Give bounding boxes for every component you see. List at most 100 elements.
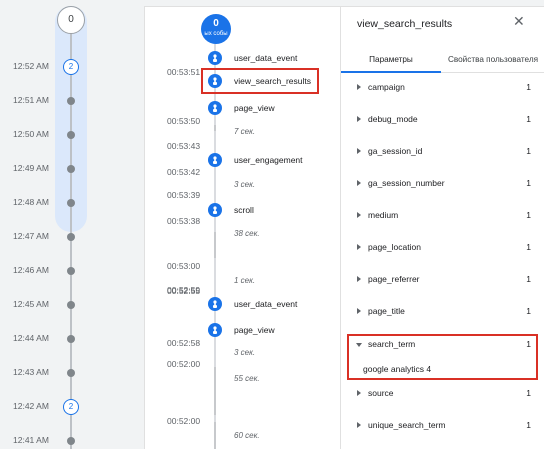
event-touch-icon xyxy=(208,203,222,217)
stream-top-count[interactable]: 0 ых собы xyxy=(201,14,231,44)
minute-dot xyxy=(67,267,75,275)
minute-time: 12:51 AM xyxy=(13,95,49,105)
minute-time: 12:43 AM xyxy=(13,367,49,377)
time-stamp: 00:52:00 xyxy=(167,359,201,369)
event-touch-icon xyxy=(208,153,222,167)
minute-time: 12:46 AM xyxy=(13,265,49,275)
minute-row[interactable]: 12:47 AM xyxy=(0,229,140,245)
details-tabs: Параметры Свойства пользователя xyxy=(341,47,544,73)
minute-event-count[interactable]: 2 xyxy=(63,59,79,75)
minute-row[interactable]: 12:46 AM xyxy=(0,263,140,279)
event-name: user_data_event xyxy=(234,53,298,63)
minute-row[interactable]: 12:49 AM xyxy=(0,161,140,177)
param-row[interactable]: source 1 xyxy=(341,387,544,403)
event-touch-icon xyxy=(208,323,222,337)
time-gap: 55 сек. xyxy=(234,374,260,383)
event-time: 00:52:58 xyxy=(167,338,201,348)
chevron-right-icon xyxy=(357,180,361,186)
minute-dot xyxy=(67,437,75,445)
tab-user-properties[interactable]: Свойства пользователя xyxy=(441,47,544,73)
param-name: ga_session_number xyxy=(368,178,445,188)
event-touch-icon xyxy=(208,101,222,115)
minute-dot xyxy=(67,131,75,139)
minute-dot xyxy=(67,369,75,377)
minute-row[interactable]: 12:42 AM 2 xyxy=(0,399,140,415)
minute-row[interactable]: 12:50 AM xyxy=(0,127,140,143)
event-time: 00:53:50 xyxy=(167,116,201,126)
top-count-badge[interactable]: 0 xyxy=(57,6,85,34)
event-time: 00:53:38 xyxy=(167,216,201,226)
minute-row[interactable]: 12:52 AM 2 xyxy=(0,59,140,75)
minute-row[interactable]: 12:45 AM xyxy=(0,297,140,313)
stream-top-count-label: ых собы xyxy=(204,31,228,37)
time-stamp: 00:53:43 xyxy=(167,141,201,151)
minute-dot xyxy=(67,165,75,173)
minute-event-count[interactable]: 2 xyxy=(63,399,79,415)
minute-dot xyxy=(67,233,75,241)
param-count: 1 xyxy=(526,178,531,188)
param-count: 1 xyxy=(526,82,531,92)
minute-dot xyxy=(67,97,75,105)
param-count: 1 xyxy=(526,114,531,124)
expanded-param-highlight xyxy=(347,334,538,380)
param-name: ga_session_id xyxy=(368,146,423,156)
param-name: page_title xyxy=(368,306,405,316)
param-row[interactable]: page_referrer 1 xyxy=(341,273,544,289)
minute-row[interactable]: 12:44 AM xyxy=(0,331,140,347)
minute-time: 12:48 AM xyxy=(13,197,49,207)
chevron-right-icon xyxy=(357,244,361,250)
minute-timeline: 0 12:52 AM 2 12:51 AM 12:50 AM 12:49 AM … xyxy=(0,0,140,449)
param-row[interactable]: page_title 1 xyxy=(341,305,544,321)
minute-time: 12:52 AM xyxy=(13,61,49,71)
param-count: 1 xyxy=(526,210,531,220)
minute-time: 12:50 AM xyxy=(13,129,49,139)
minute-row[interactable]: 12:51 AM xyxy=(0,93,140,109)
chevron-right-icon xyxy=(357,276,361,282)
time-stamp: 00:53:39 xyxy=(167,190,201,200)
param-name: page_referrer xyxy=(368,274,420,284)
param-name: campaign xyxy=(368,82,405,92)
param-row[interactable]: unique_search_term 1 xyxy=(341,419,544,435)
event-stream-panel: 0 ых собы user_data_event 00:53:51 view_… xyxy=(144,6,340,449)
param-row[interactable]: page_location 1 xyxy=(341,241,544,257)
chevron-right-icon xyxy=(357,116,361,122)
param-row[interactable]: medium 1 xyxy=(341,209,544,225)
param-count: 1 xyxy=(526,274,531,284)
stream-top-count-value: 0 xyxy=(213,18,219,29)
minute-time: 12:41 AM xyxy=(13,435,49,445)
gap-tick xyxy=(214,232,216,258)
event-details-panel: view_search_results ✕ Параметры Свойства… xyxy=(340,6,544,449)
event-time: 00:53:42 xyxy=(167,167,201,177)
gap-tick xyxy=(214,422,216,449)
close-icon[interactable]: ✕ xyxy=(513,13,525,30)
param-row[interactable]: ga_session_id 1 xyxy=(341,145,544,161)
gap-tick xyxy=(214,125,216,131)
param-name: medium xyxy=(368,210,399,220)
event-touch-icon xyxy=(208,297,222,311)
minute-row[interactable]: 12:41 AM xyxy=(0,433,140,449)
param-row[interactable]: debug_mode 1 xyxy=(341,113,544,129)
gap-tick xyxy=(214,367,216,415)
time-gap: 3 сек. xyxy=(234,180,256,189)
param-count: 1 xyxy=(526,388,531,398)
chevron-right-icon xyxy=(357,148,361,154)
time-gap: 7 сек. xyxy=(234,127,256,136)
time-stamp: 00:53:00 xyxy=(167,261,201,271)
minute-dot xyxy=(67,199,75,207)
tab-parameters[interactable]: Параметры xyxy=(341,47,441,73)
chevron-right-icon xyxy=(357,308,361,314)
time-stamp: 00:52:00 xyxy=(167,416,201,426)
minute-row[interactable]: 12:43 AM xyxy=(0,365,140,381)
chevron-right-icon xyxy=(357,422,361,428)
param-count: 1 xyxy=(526,420,531,430)
param-row[interactable]: campaign 1 xyxy=(341,81,544,97)
time-gap: 3 сек. xyxy=(234,348,256,357)
minute-row[interactable]: 12:48 AM xyxy=(0,195,140,211)
param-row[interactable]: ga_session_number 1 xyxy=(341,177,544,193)
event-touch-icon xyxy=(208,51,222,65)
param-name: debug_mode xyxy=(368,114,418,124)
param-name: source xyxy=(368,388,394,398)
minute-dot xyxy=(67,301,75,309)
chevron-right-icon xyxy=(357,390,361,396)
param-name: unique_search_term xyxy=(368,420,446,430)
